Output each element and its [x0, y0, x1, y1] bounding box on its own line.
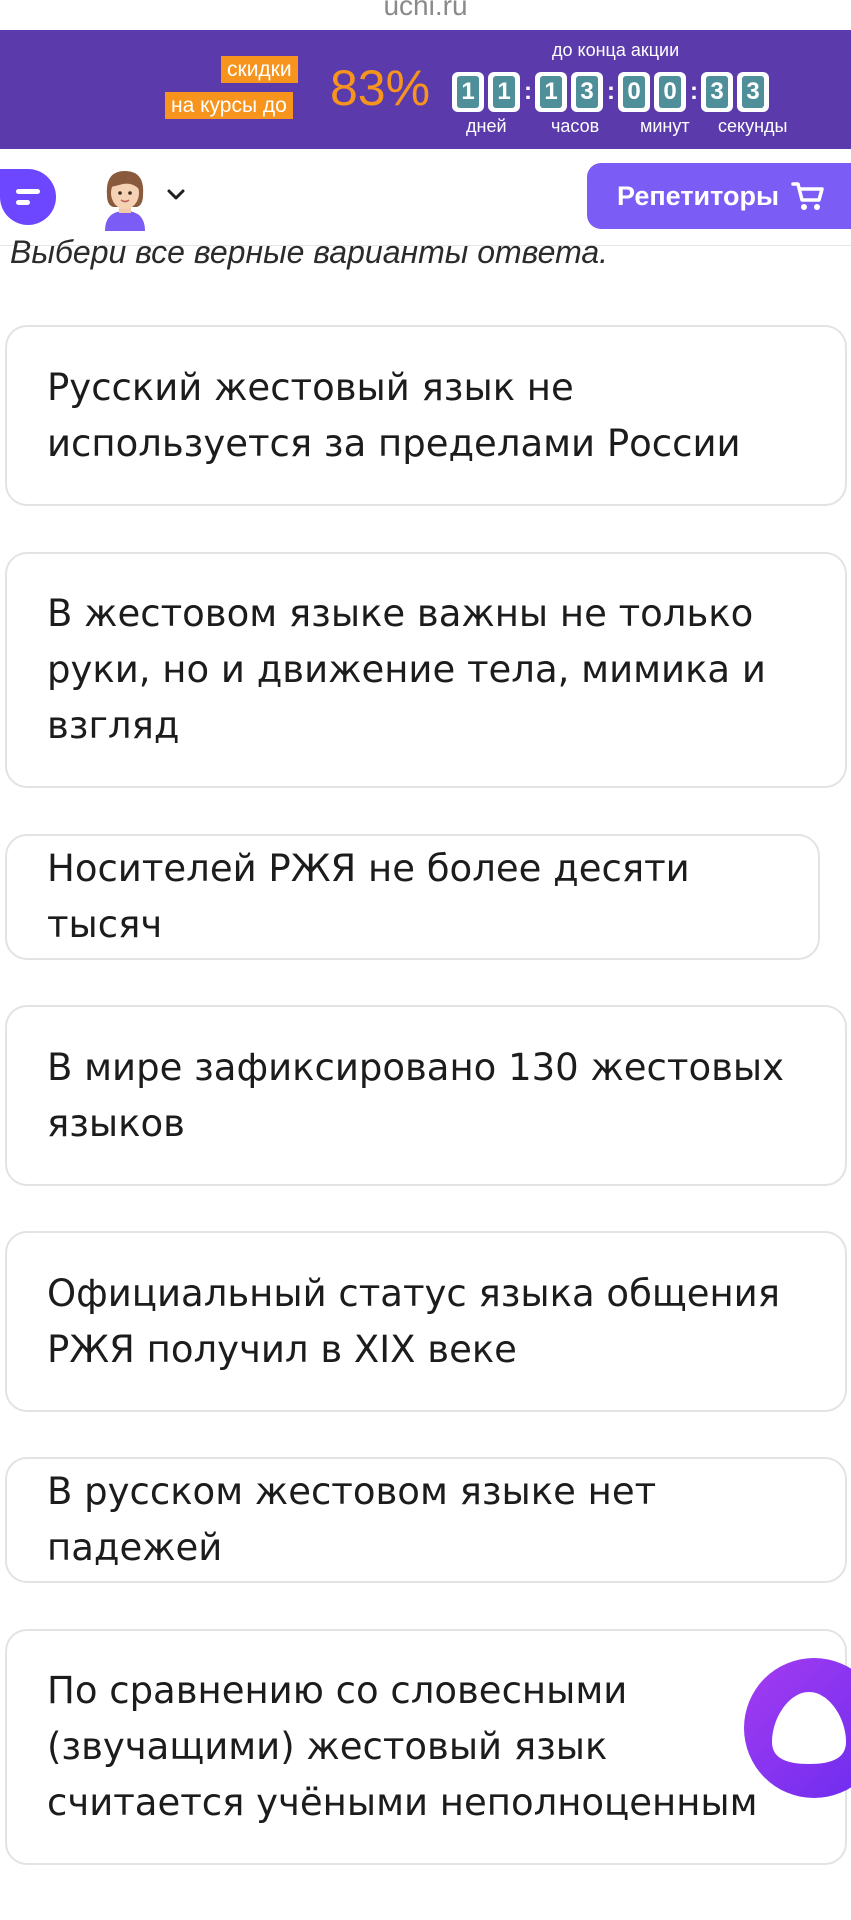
cart-icon: [791, 182, 824, 210]
countdown-digit: 1: [535, 72, 567, 112]
countdown-separator: :: [607, 78, 615, 105]
answer-option[interactable]: Русский жестовый язык не используется за…: [5, 325, 847, 506]
countdown-digit: 3: [701, 72, 733, 112]
answer-option-text: Носителей РЖЯ не более десяти тысяч: [47, 847, 690, 946]
answer-option[interactable]: По сравнению со словесными (звучащими) ж…: [5, 1629, 847, 1865]
countdown-minutes-label: минут: [640, 116, 690, 136]
countdown-digit: 0: [654, 72, 686, 112]
countdown-digit: 3: [737, 72, 769, 112]
countdown-digit: 3: [571, 72, 603, 112]
countdown-hours-label: часов: [551, 116, 600, 136]
promo-banner[interactable]: скидки на курсы до 83% до конца акции 1 …: [0, 30, 851, 149]
task-instruction: Выбери все верные варианты ответа.: [10, 234, 609, 270]
promo-until-text: до конца акции: [552, 40, 680, 60]
teacher-avatar[interactable]: [97, 165, 153, 231]
countdown-days-label: дней: [466, 116, 507, 136]
promo-percent: 83%: [330, 60, 431, 116]
answer-option[interactable]: В мире зафиксировано 130 жестовых языков: [5, 1005, 847, 1186]
chevron-down-icon[interactable]: [166, 187, 186, 206]
countdown-seconds-label: секунды: [718, 116, 788, 136]
answer-option[interactable]: В русском жестовом языке нет падежей: [5, 1457, 847, 1583]
countdown-separator: :: [690, 78, 698, 105]
answer-option-text: Официальный статус языка общения РЖЯ пол…: [47, 1271, 780, 1371]
countdown-digit: 1: [452, 72, 484, 112]
tutors-button-label: Репетиторы: [617, 180, 780, 211]
promo-label-courses: на курсы до: [165, 92, 293, 119]
chat-bubble-icon[interactable]: [0, 169, 56, 225]
answer-option[interactable]: В жестовом языке важны не только руки, н…: [5, 552, 847, 788]
countdown-digit: 0: [618, 72, 650, 112]
answer-option-text: Русский жестовый язык не используется за…: [47, 365, 741, 465]
promo-label-discounts: скидки: [221, 56, 298, 83]
tutors-button[interactable]: Репетиторы: [587, 163, 851, 229]
answer-option[interactable]: Официальный статус языка общения РЖЯ пол…: [5, 1231, 847, 1412]
url-text: uchi.ru: [383, 0, 468, 21]
answer-option-text: В мире зафиксировано 130 жестовых языков: [47, 1045, 785, 1145]
answer-option-text: В жестовом языке важны не только руки, н…: [47, 592, 766, 747]
answer-option-text: По сравнению со словесными (звучащими) ж…: [47, 1669, 758, 1824]
answer-option[interactable]: Носителей РЖЯ не более десяти тысяч: [5, 834, 820, 960]
answer-option-text: В русском жестовом языке нет падежей: [47, 1470, 657, 1569]
countdown-separator: :: [524, 78, 532, 105]
countdown-digit: 1: [488, 72, 520, 112]
countdown-timer: 1 1 : 1 3 : 0 0 : 3 3: [452, 72, 773, 112]
browser-url-bar[interactable]: uchi.ru: [0, 0, 851, 30]
